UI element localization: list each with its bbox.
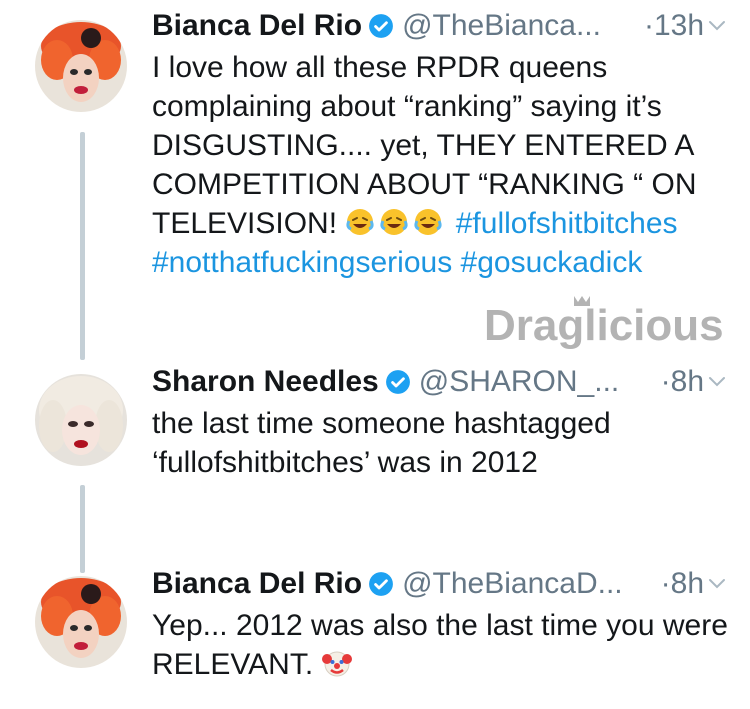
chevron-down-icon[interactable] (706, 572, 728, 594)
verified-badge-icon (369, 572, 393, 596)
thread-connector-line (80, 132, 85, 360)
chevron-down-icon[interactable] (706, 370, 728, 392)
draglicious-watermark-logo: Draglicious (484, 296, 722, 350)
hashtag-link[interactable]: #fullofshitbitches (456, 207, 678, 240)
hashtag-link[interactable]: #gosuckadick (461, 246, 643, 279)
verified-badge-icon (369, 14, 393, 38)
laughing-face-icon (414, 209, 443, 235)
tweet-text: I love how all these RPDR queens complai… (152, 48, 740, 282)
tweet-text-content: the last time someone hashtagged ‘fullof… (152, 407, 611, 479)
chevron-down-icon[interactable] (706, 14, 728, 36)
laughing-face-icon (346, 209, 375, 235)
watermark-text: Draglicious (484, 301, 722, 350)
avatar[interactable] (35, 374, 127, 466)
clown-face-icon (321, 651, 352, 677)
user-handle[interactable]: @SHARON_... (419, 365, 620, 399)
laughing-face-icon (380, 209, 409, 235)
tweet-header: Bianca Del Rio @TheBianca... ·13h (152, 6, 740, 46)
timestamp[interactable]: ·8h (661, 365, 704, 399)
timestamp[interactable]: ·13h (644, 9, 704, 43)
avatar[interactable] (35, 576, 127, 668)
display-name[interactable]: Bianca Del Rio (152, 9, 362, 43)
tweet-header: Bianca Del Rio @TheBiancaD... ·8h (152, 564, 740, 604)
tweet-text-content: Yep... 2012 was also the last time you w… (152, 609, 728, 681)
tweet-header: Sharon Needles @SHARON_... ·8h (152, 362, 740, 402)
hashtag-link[interactable]: #notthatfuckingserious (152, 246, 452, 279)
verified-badge-icon (385, 370, 410, 394)
timestamp[interactable]: ·8h (661, 567, 704, 601)
tweet[interactable]: Bianca Del Rio @TheBianca... ·13h I love… (152, 6, 740, 282)
display-name[interactable]: Bianca Del Rio (152, 567, 362, 601)
tweet-text: the last time someone hashtagged ‘fullof… (152, 404, 740, 482)
avatar[interactable] (35, 20, 127, 112)
display-name[interactable]: Sharon Needles (152, 365, 379, 399)
tweet[interactable]: Bianca Del Rio @TheBiancaD... ·8h Yep...… (152, 564, 740, 684)
user-handle[interactable]: @TheBianca... (402, 9, 601, 43)
tweet-text: Yep... 2012 was also the last time you w… (152, 606, 740, 684)
tweet[interactable]: Sharon Needles @SHARON_... ·8h the last … (152, 362, 740, 482)
user-handle[interactable]: @TheBiancaD... (402, 567, 623, 601)
thread-connector-line (80, 485, 85, 573)
